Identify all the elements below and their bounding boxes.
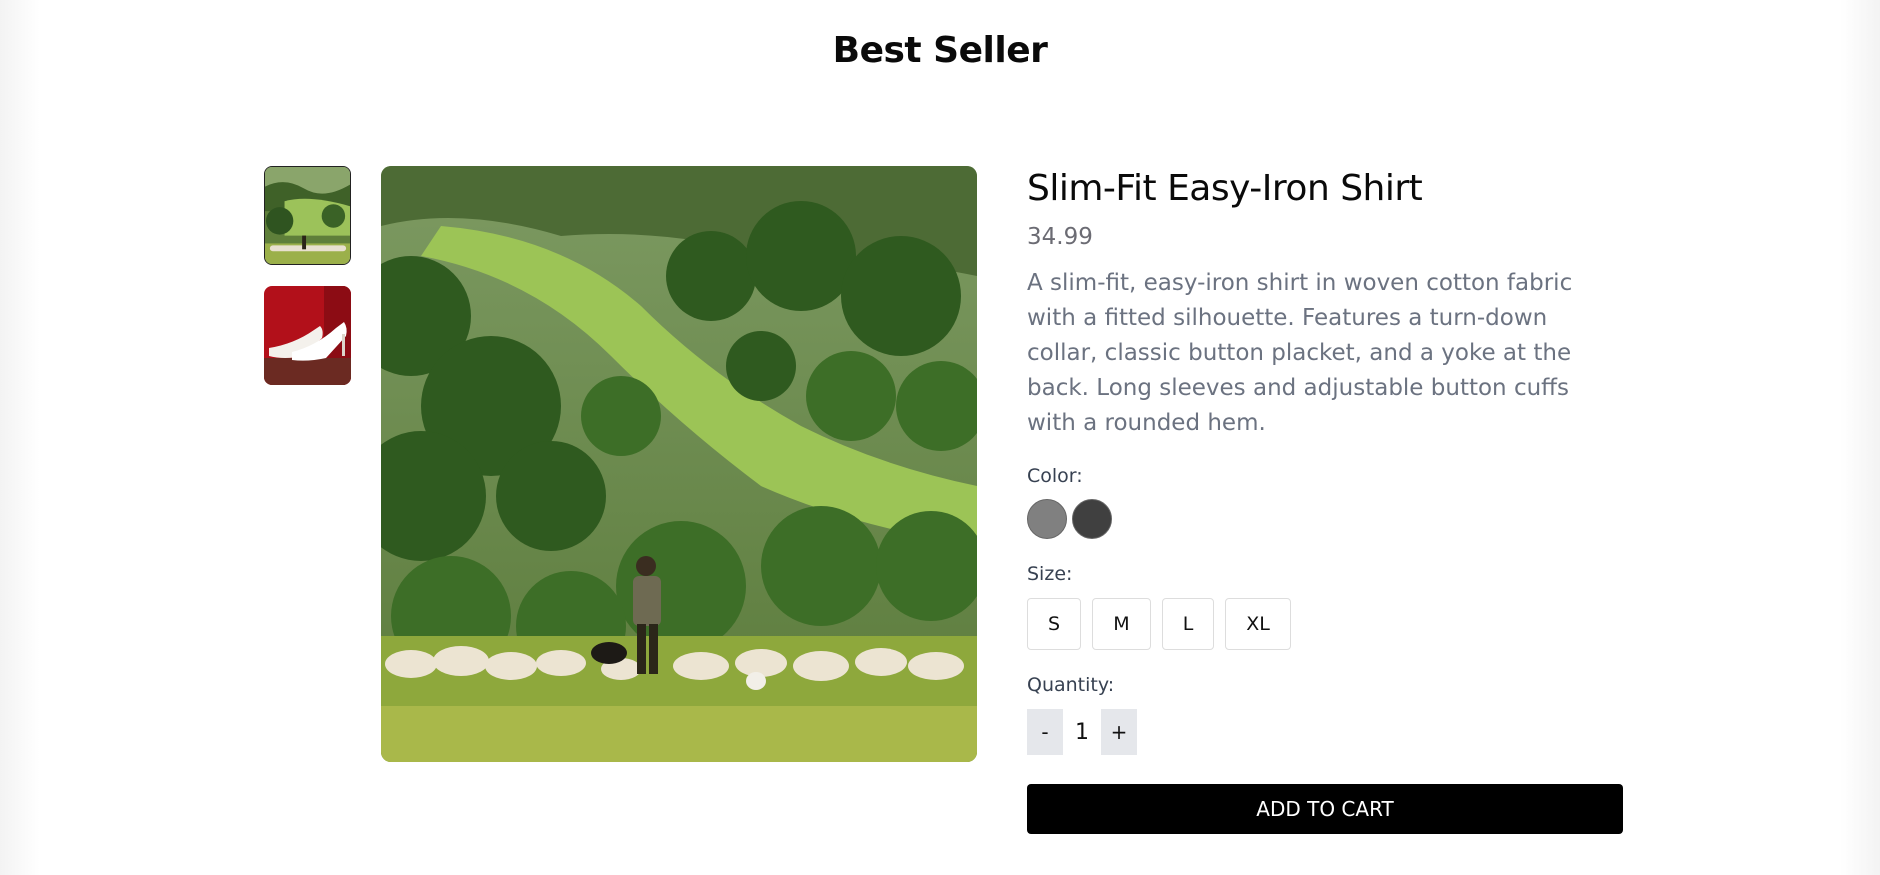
size-option-m[interactable]: M bbox=[1092, 598, 1151, 650]
quantity-increment-button[interactable]: + bbox=[1101, 709, 1137, 755]
size-option-s[interactable]: S bbox=[1027, 598, 1081, 650]
thumbnail-list bbox=[264, 166, 352, 406]
landscape-image bbox=[381, 166, 977, 762]
color-label: Color: bbox=[1027, 465, 1083, 487]
product-description: A slim-fit, easy-iron shirt in woven cot… bbox=[1027, 270, 1573, 436]
add-to-cart-button[interactable]: ADD TO CART bbox=[1027, 784, 1623, 834]
section-title: Best Seller bbox=[832, 30, 1048, 71]
size-label: Size: bbox=[1027, 563, 1073, 585]
color-swatches bbox=[1027, 499, 1623, 539]
quantity-decrement-button[interactable]: - bbox=[1027, 709, 1063, 755]
quantity-stepper: - 1 + bbox=[1027, 709, 1623, 755]
quantity-label: Quantity: bbox=[1027, 674, 1115, 696]
thumbnail-landscape[interactable] bbox=[264, 166, 351, 265]
product-details: Slim-Fit Easy-Iron Shirt 34.99 A slim-fi… bbox=[1027, 166, 1623, 834]
thumbnail-heels[interactable] bbox=[264, 286, 351, 385]
color-swatch-charcoal[interactable] bbox=[1072, 499, 1112, 539]
main-product-image bbox=[381, 166, 977, 762]
product-price: 34.99 bbox=[1027, 224, 1093, 250]
size-options: S M L XL bbox=[1027, 598, 1623, 650]
quantity-value[interactable]: 1 bbox=[1063, 720, 1101, 745]
size-option-l[interactable]: L bbox=[1162, 598, 1214, 650]
page-edge-left bbox=[0, 0, 40, 875]
size-option-xl[interactable]: XL bbox=[1225, 598, 1291, 650]
product-title: Slim-Fit Easy-Iron Shirt bbox=[1027, 168, 1423, 209]
landscape-thumbnail-image bbox=[265, 167, 350, 264]
page-edge-right bbox=[1840, 0, 1880, 875]
color-swatch-gray[interactable] bbox=[1027, 499, 1067, 539]
heels-thumbnail-image bbox=[264, 286, 351, 385]
